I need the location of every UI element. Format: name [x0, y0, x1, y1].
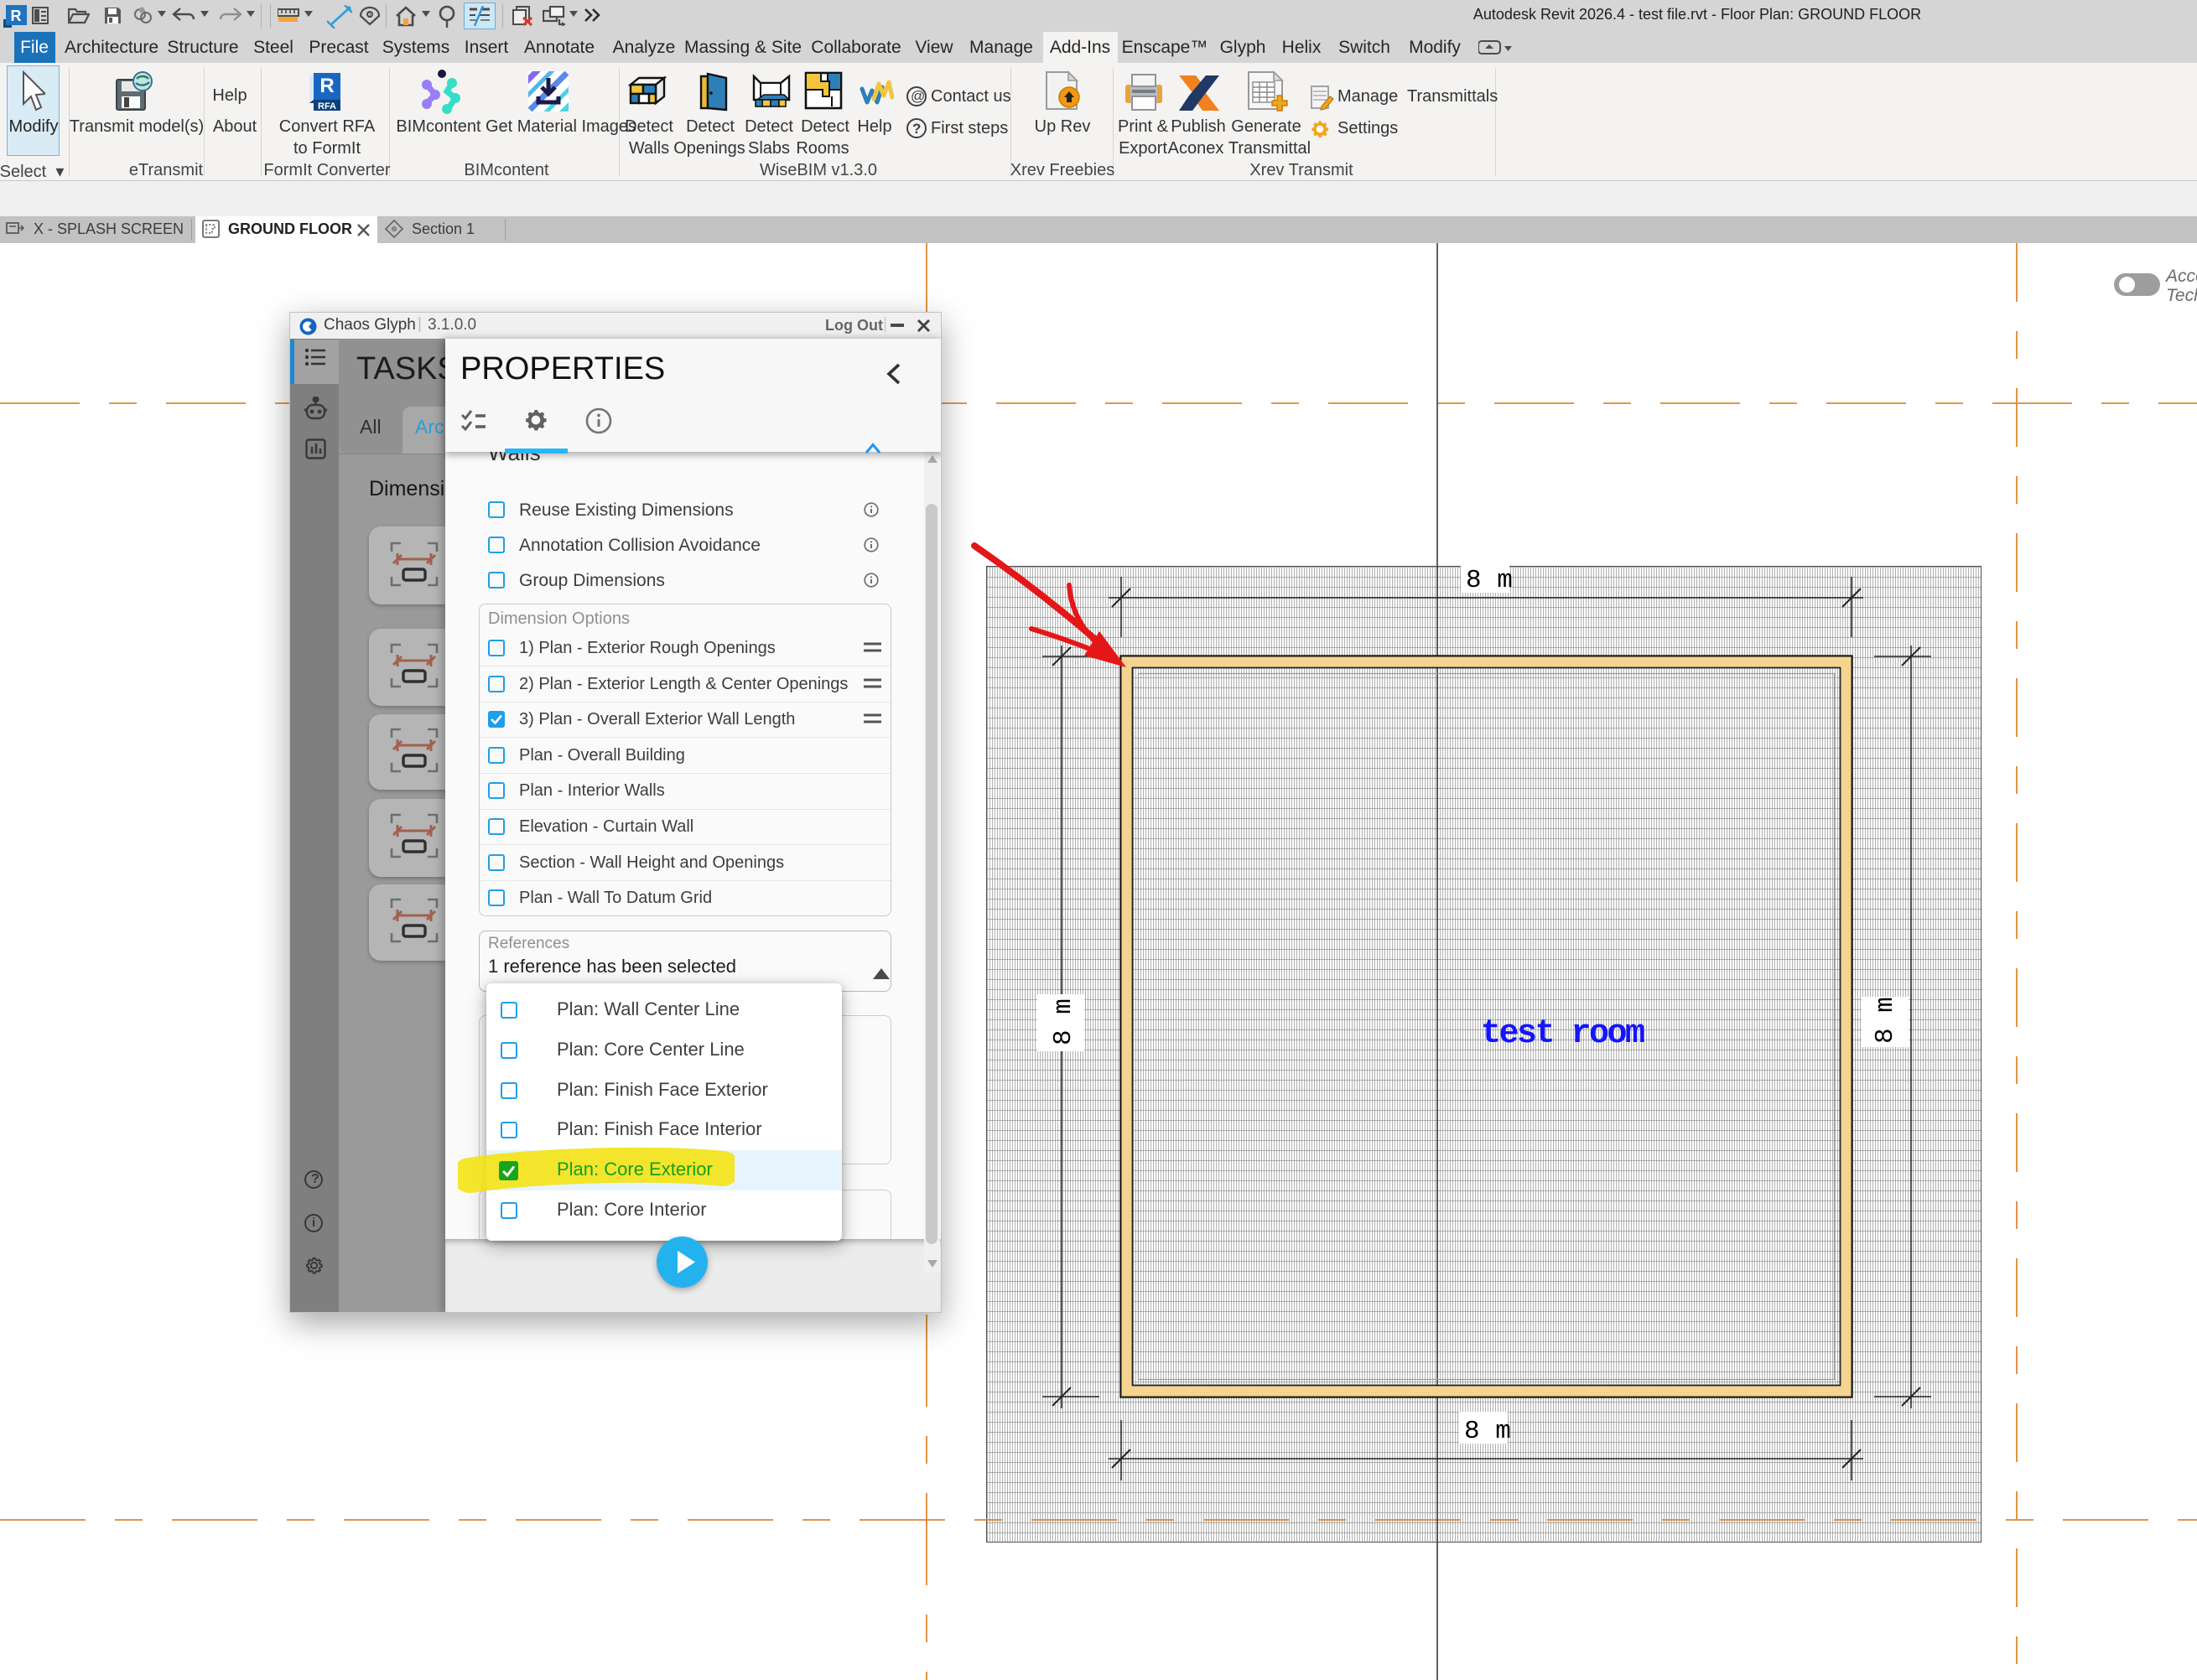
svg-text:RFA: RFA — [318, 101, 336, 111]
svg-text:1: 1 — [367, 11, 371, 19]
svg-text:R: R — [319, 75, 334, 97]
svg-text:8 m: 8 m — [1049, 998, 1078, 1045]
svg-text:8 m: 8 m — [1464, 1417, 1511, 1446]
svg-text:test room: test room — [1481, 1015, 1645, 1053]
svg-text:8 m: 8 m — [1871, 997, 1900, 1044]
svg-text:8 m: 8 m — [1466, 566, 1513, 595]
svg-text:R: R — [11, 8, 22, 24]
